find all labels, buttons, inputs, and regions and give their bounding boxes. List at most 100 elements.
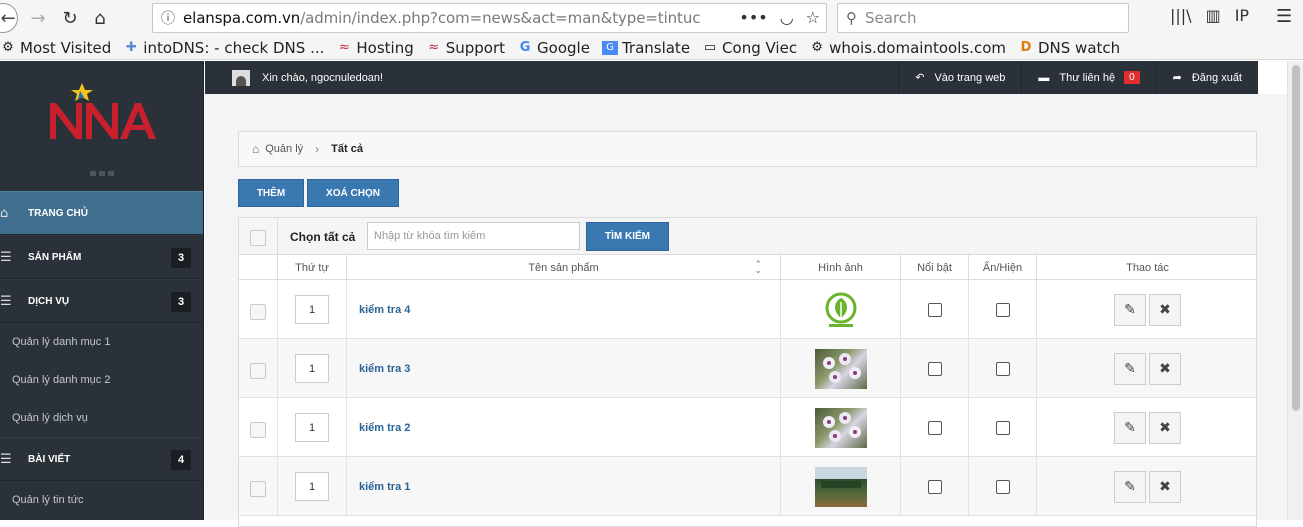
share-icon: ➦ bbox=[1172, 72, 1182, 84]
item-name-link[interactable]: kiểm tra 3 bbox=[359, 363, 410, 375]
news-table: Chọn tất cả Nhập từ khóa tìm kiếm TÌM KI… bbox=[238, 217, 1257, 527]
url-text[interactable]: elanspa.com.vn/admin/index.php?com=news&… bbox=[183, 9, 701, 27]
ip-icon[interactable]: IP bbox=[1235, 6, 1249, 25]
landscape-thumbnail bbox=[814, 466, 867, 507]
header-visibility: Ẩn/Hiện bbox=[968, 255, 1036, 280]
library-icon[interactable]: |||\ bbox=[1170, 6, 1192, 25]
logo[interactable] bbox=[0, 61, 203, 191]
bookmark-star-icon[interactable]: ☆ bbox=[806, 8, 820, 27]
url-bar[interactable]: ⓘ elanspa.com.vn/admin/index.php?com=new… bbox=[152, 3, 827, 33]
bookmark-hosting[interactable]: ≈ Hosting bbox=[336, 39, 414, 57]
order-input[interactable]: 1 bbox=[295, 472, 329, 501]
user-icon bbox=[232, 69, 250, 86]
sidebar-item-san-pham[interactable]: ☰ SẢN PHẨM 3 bbox=[0, 235, 203, 279]
sidebar-subitem-danh-muc-2[interactable]: Quản lý danh mục 2 bbox=[0, 361, 203, 399]
edit-pencil-icon[interactable]: ✎ bbox=[1114, 352, 1146, 385]
orchid-thumbnail bbox=[814, 348, 867, 389]
header-image: Hình ảnh bbox=[780, 255, 900, 280]
order-input[interactable]: 1 bbox=[295, 413, 329, 442]
item-name-link[interactable]: kiểm tra 1 bbox=[359, 481, 410, 493]
header-order: Thứ tự bbox=[277, 255, 346, 280]
keyword-search-input[interactable]: Nhập từ khóa tìm kiếm bbox=[367, 222, 580, 250]
breadcrumb-current: Tất cả bbox=[331, 143, 363, 155]
featured-checkbox[interactable] bbox=[927, 479, 942, 494]
d-icon: D bbox=[1020, 40, 1032, 55]
reload-button[interactable]: ↻ bbox=[56, 4, 84, 32]
table-row: 1 kiểm tra 4 ✎ ✖ bbox=[239, 280, 1256, 339]
order-input[interactable]: 1 bbox=[295, 354, 329, 383]
edit-pencil-icon[interactable]: ✎ bbox=[1114, 470, 1146, 503]
featured-checkbox[interactable] bbox=[927, 302, 942, 317]
main-content: ⌂ Quản lý › Tất cả THÊM XOÁ CHỌN Chọn tấ… bbox=[205, 94, 1287, 527]
item-name-link[interactable]: kiểm tra 2 bbox=[359, 422, 410, 434]
reply-icon: ↶ bbox=[915, 72, 925, 84]
support-icon: ≈ bbox=[428, 40, 440, 55]
row-checkbox[interactable] bbox=[250, 481, 266, 497]
delete-x-icon[interactable]: ✖ bbox=[1149, 411, 1181, 444]
header-name[interactable]: Tên sản phẩm ⌃ ⌄ bbox=[346, 255, 780, 280]
messages-link[interactable]: ▬ Thư liên hệ 0 bbox=[1021, 61, 1155, 94]
sidebar-item-dich-vu[interactable]: ☰ DỊCH VỤ 3 bbox=[0, 279, 203, 323]
add-button[interactable]: THÊM bbox=[238, 179, 304, 207]
sidebar-toggle-dots[interactable] bbox=[89, 170, 114, 176]
delete-selected-button[interactable]: XOÁ CHỌN bbox=[307, 179, 399, 207]
list-icon: ☰ bbox=[0, 293, 12, 309]
sidebar-subitem-tin-tuc[interactable]: Quản lý tin tức bbox=[0, 481, 203, 519]
bookmark-google[interactable]: G Google bbox=[517, 39, 590, 57]
delete-x-icon[interactable]: ✖ bbox=[1149, 470, 1181, 503]
row-checkbox[interactable] bbox=[250, 363, 266, 379]
info-icon[interactable]: ⓘ bbox=[153, 8, 183, 28]
bookmark-dns-watch[interactable]: D DNS watch bbox=[1018, 39, 1121, 57]
item-name-link[interactable]: kiểm tra 4 bbox=[359, 304, 410, 316]
list-icon: ☰ bbox=[0, 249, 12, 265]
home-icon: ⌂ bbox=[0, 205, 9, 221]
pocket-icon[interactable]: ◡ bbox=[780, 8, 794, 27]
bookmark-support[interactable]: ≈ Support bbox=[426, 39, 505, 57]
sidebar-subitem-dich-vu[interactable]: Quản lý dịch vụ bbox=[0, 399, 203, 437]
bookmark-whois[interactable]: ⚙ whois.domaintools.com bbox=[809, 39, 1006, 57]
sidebar-item-trang-chu[interactable]: ⌂ TRANG CHỦ bbox=[0, 191, 203, 235]
home-button[interactable]: ⌂ bbox=[86, 4, 114, 32]
logout-link[interactable]: ➦ Đăng xuất bbox=[1155, 61, 1258, 94]
delete-x-icon[interactable]: ✖ bbox=[1149, 293, 1181, 326]
featured-checkbox[interactable] bbox=[927, 420, 942, 435]
hamburger-menu-icon[interactable]: ☰ bbox=[1276, 6, 1292, 27]
page-scrollbar[interactable] bbox=[1287, 61, 1303, 520]
sidebar-item-bai-viet[interactable]: ☰ BÀI VIẾT 4 bbox=[0, 437, 203, 481]
visit-site-link[interactable]: ↶ Vào trang web bbox=[898, 61, 1021, 94]
scroll-thumb[interactable] bbox=[1292, 65, 1300, 411]
bookmark-translate[interactable]: G Translate bbox=[601, 39, 690, 57]
edit-pencil-icon[interactable]: ✎ bbox=[1114, 411, 1146, 444]
edit-pencil-icon[interactable]: ✎ bbox=[1114, 293, 1146, 326]
sidebar-subitem-danh-muc-1[interactable]: Quản lý danh mục 1 bbox=[0, 323, 203, 361]
select-all-checkbox[interactable] bbox=[250, 230, 266, 246]
visibility-checkbox[interactable] bbox=[995, 302, 1010, 317]
more-icon[interactable]: ••• bbox=[739, 8, 767, 27]
visibility-checkbox[interactable] bbox=[995, 361, 1010, 376]
header-checkbox-col bbox=[239, 255, 277, 280]
forward-button[interactable]: → bbox=[24, 4, 52, 32]
bookmark-most-visited[interactable]: ⚙ Most Visited bbox=[0, 39, 111, 57]
sidebar-icon[interactable]: ▥ bbox=[1206, 6, 1221, 25]
featured-checkbox[interactable] bbox=[927, 361, 942, 376]
bookmark-intodns[interactable]: ✚ intoDNS: - check DNS ... bbox=[123, 39, 325, 57]
admin-sidebar: ⌂ TRANG CHỦ ☰ SẢN PHẨM 3 ☰ DỊCH VỤ 3 Quả… bbox=[0, 61, 204, 520]
bookmark-cong-viec[interactable]: ▭ Cong Viec bbox=[702, 39, 797, 57]
delete-x-icon[interactable]: ✖ bbox=[1149, 352, 1181, 385]
visibility-checkbox[interactable] bbox=[995, 420, 1010, 435]
sort-icon[interactable]: ⌃ ⌄ bbox=[754, 260, 762, 275]
search-button[interactable]: TÌM KIẾM bbox=[586, 222, 669, 251]
gear-icon: ⚙ bbox=[811, 40, 823, 55]
home-icon[interactable]: ⌂ bbox=[252, 142, 259, 156]
row-checkbox[interactable] bbox=[250, 422, 266, 438]
list-icon: ☰ bbox=[0, 451, 12, 467]
translate-icon: G bbox=[601, 40, 618, 55]
breadcrumb-parent[interactable]: Quản lý bbox=[265, 143, 303, 155]
browser-search-input[interactable]: ⚲ Search bbox=[837, 3, 1129, 33]
visibility-checkbox[interactable] bbox=[995, 479, 1010, 494]
back-button[interactable]: ← bbox=[0, 3, 18, 33]
leaf-logo-thumbnail bbox=[814, 289, 867, 330]
row-checkbox[interactable] bbox=[250, 304, 266, 320]
order-input[interactable]: 1 bbox=[295, 295, 329, 324]
breadcrumb: ⌂ Quản lý › Tất cả bbox=[238, 131, 1257, 167]
